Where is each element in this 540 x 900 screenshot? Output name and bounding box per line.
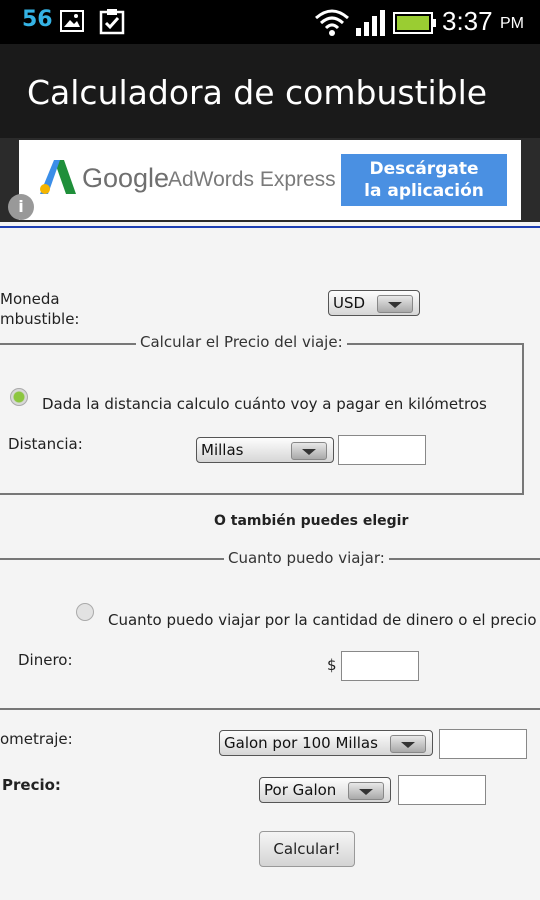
calculate-button[interactable]: Calcular! (259, 831, 355, 867)
battery-icon (393, 12, 437, 34)
price-select[interactable]: Por Galon (259, 777, 391, 803)
distance-unit-select[interactable]: Millas (196, 437, 334, 463)
status-ampm: PM (500, 15, 524, 32)
price-select-value: Por Galon (264, 781, 337, 799)
ad-product: AdWords Express (168, 168, 336, 191)
money-label: Dinero: (18, 651, 73, 669)
chevron-down-icon (348, 782, 384, 800)
distance-radio[interactable] (10, 388, 28, 406)
travel-range-fieldset (0, 558, 540, 710)
currency-select-value: USD (333, 294, 366, 312)
mileage-label: ometraje: (0, 730, 73, 748)
currency-select[interactable]: USD (328, 290, 420, 316)
image-icon (60, 10, 84, 32)
currency-label-line2: mbustible: (0, 310, 80, 328)
mileage-select[interactable]: Galon por 100 Millas (219, 730, 433, 756)
distance-label: Distancia: (8, 435, 83, 453)
signal-icon (354, 10, 386, 36)
currency-symbol: $ (327, 656, 337, 674)
ad-cta-line1: Descárgate (369, 159, 479, 179)
price-label: Precio: (2, 776, 61, 794)
travel-range-legend: Cuanto puedo viajar: (224, 549, 389, 567)
chevron-down-icon (291, 442, 327, 460)
clipboard-check-icon (98, 7, 126, 35)
chevron-down-icon (390, 735, 426, 753)
mileage-input[interactable] (439, 729, 527, 759)
or-text: O también puedes elegir (214, 513, 409, 529)
trip-price-legend: Calcular el Precio del viaje: (136, 333, 347, 351)
mileage-select-value: Galon por 100 Millas (224, 734, 378, 752)
price-input[interactable] (398, 775, 486, 805)
distance-unit-value: Millas (201, 441, 244, 459)
trip-price-fieldset (0, 343, 524, 495)
app-title: Calculadora de combustible (27, 73, 488, 112)
money-radio[interactable] (76, 603, 94, 621)
ad-brand: Google (82, 163, 170, 193)
ad-download-button[interactable]: Descárgate la aplicación (341, 154, 507, 206)
chevron-down-icon (377, 295, 413, 313)
distance-input[interactable] (338, 435, 426, 465)
ad-cta-line2: la aplicación (364, 181, 484, 201)
notification-count: 56 (22, 7, 53, 32)
adwords-logo-icon (40, 160, 76, 194)
distance-radio-label: Dada la distancia calculo cuánto voy a p… (42, 395, 487, 413)
divider (0, 226, 540, 228)
currency-label-line1: Moneda (0, 290, 60, 308)
status-time: 3:37 (442, 6, 493, 36)
wifi-icon (314, 8, 350, 36)
money-radio-label: Cuanto puedo viajar por la cantidad de d… (108, 611, 540, 629)
money-input[interactable] (341, 651, 419, 681)
ad-info-icon[interactable]: i (8, 194, 34, 220)
